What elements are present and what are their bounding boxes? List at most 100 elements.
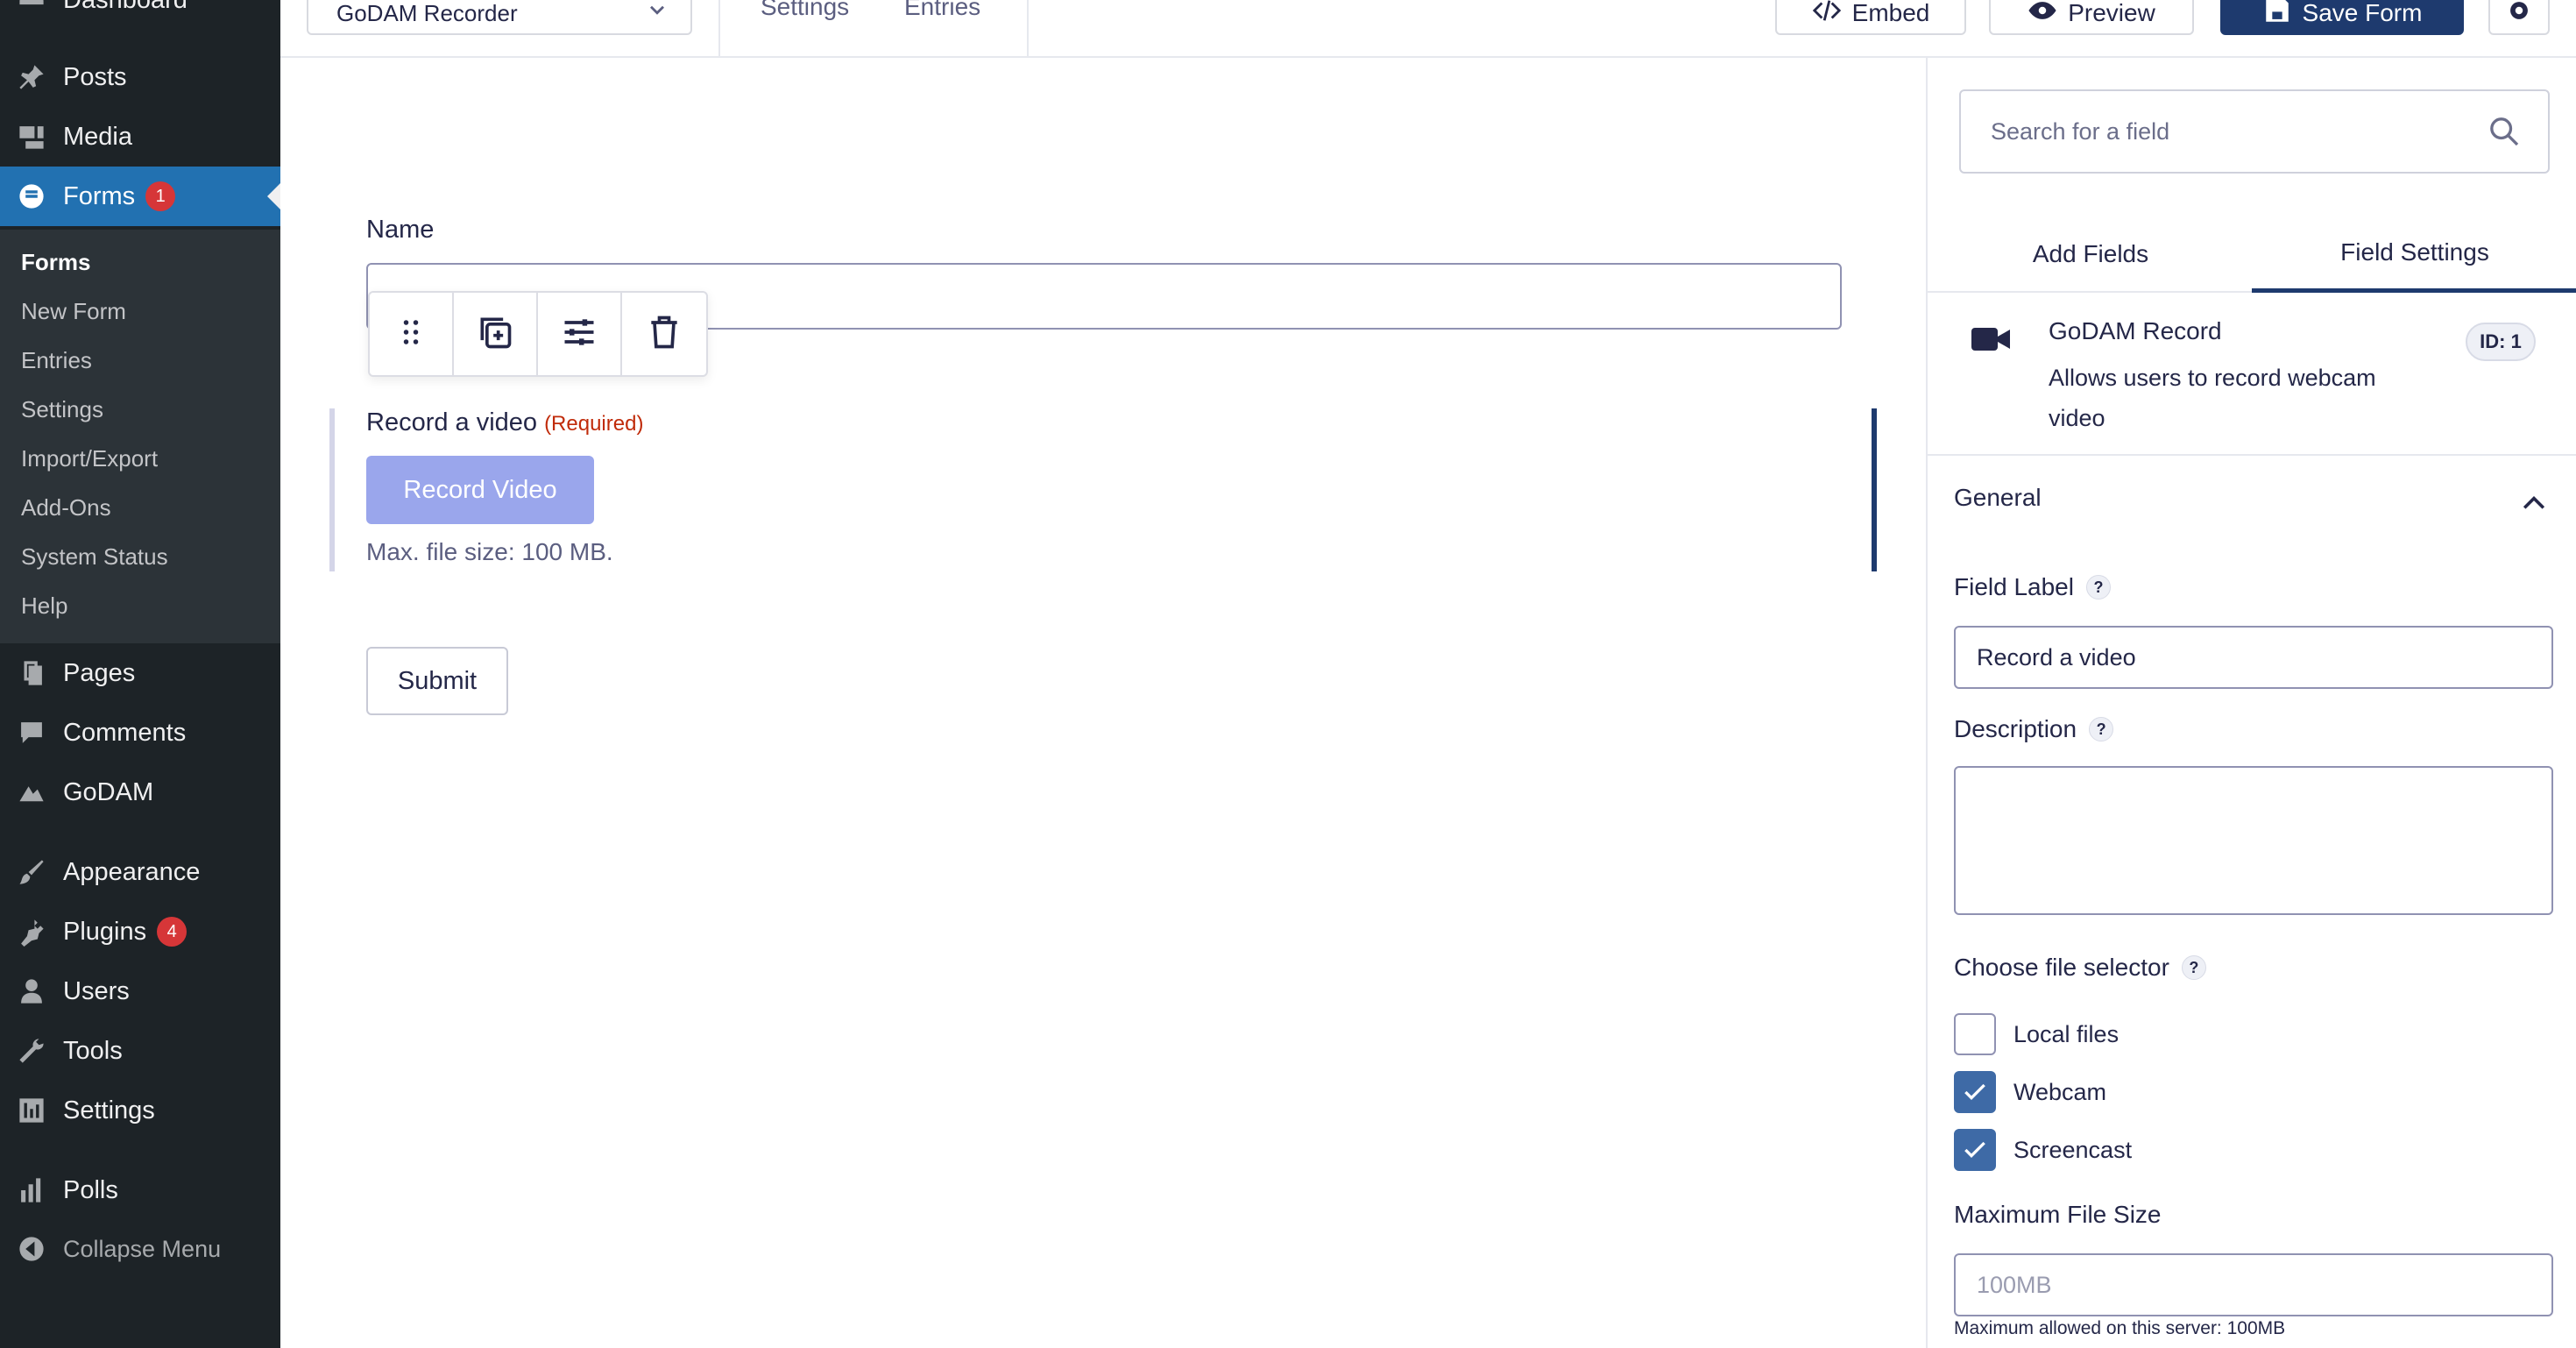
screencast-option[interactable]: Screencast [1954, 1129, 2132, 1171]
webcam-option[interactable]: Webcam [1954, 1071, 2106, 1113]
pages-icon [14, 656, 49, 691]
submit-button[interactable]: Submit [366, 647, 508, 715]
form-switcher-value: GoDAM Recorder [336, 0, 518, 26]
help-icon[interactable]: ? [2181, 955, 2206, 980]
menu-label: Appearance [63, 857, 201, 886]
local-files-checkbox[interactable] [1954, 1013, 1996, 1055]
admin-sidebar: Dashboard Posts Media Forms 1 Forms New … [0, 0, 280, 1348]
menu-item-settings[interactable]: Settings [0, 1081, 280, 1140]
file-selector-title-text: Choose file selector [1954, 954, 2169, 981]
form-editor-canvas: Name Record a video (Required) Record Vid… [280, 58, 1926, 1348]
submenu-item-system-status[interactable]: System Status [21, 543, 168, 571]
dashboard-icon [14, 0, 49, 18]
settings-icon [14, 1093, 49, 1128]
menu-label: Pages [63, 658, 136, 687]
tab-add-fields[interactable]: Add Fields [1928, 216, 2254, 293]
chevron-up-icon[interactable] [2518, 487, 2550, 519]
menu-item-posts[interactable]: Posts [0, 47, 280, 107]
field-label-title-text: Field Label [1954, 573, 2074, 600]
record-video-button[interactable]: Record Video [366, 456, 594, 524]
godam-icon [14, 775, 49, 810]
max-file-size-title: Maximum File Size [1954, 1201, 2162, 1228]
user-icon [14, 974, 49, 1009]
checkmark-icon [1964, 1083, 1985, 1101]
duplicate-field-button[interactable] [454, 293, 538, 375]
duplicate-icon [476, 313, 514, 356]
collapse-icon [14, 1231, 49, 1266]
submenu-item-entries[interactable]: Entries [21, 347, 92, 374]
gear-icon [2504, 0, 2534, 32]
forms-submenu: Forms New Form Entries Settings Import/E… [0, 230, 280, 643]
help-icon[interactable]: ? [2089, 717, 2114, 741]
menu-label: Media [63, 122, 132, 151]
menu-item-polls[interactable]: Polls [0, 1160, 280, 1220]
submenu-item-add-ons[interactable]: Add-Ons [21, 494, 111, 521]
screencast-label: Screencast [2013, 1136, 2133, 1163]
description-textarea[interactable] [1954, 766, 2553, 915]
menu-item-pages[interactable]: Pages [0, 643, 280, 703]
divider [1027, 0, 1029, 58]
submenu-item-forms[interactable]: Forms [21, 249, 90, 276]
webcam-checkbox[interactable] [1954, 1071, 1996, 1113]
max-file-size-note: Max. file size: 100 MB. [366, 538, 613, 565]
help-icon[interactable]: ? [2085, 575, 2111, 600]
record-label-text: Record a video [366, 408, 538, 436]
save-form-label: Save Form [2302, 0, 2423, 26]
name-field-label: Name [366, 216, 435, 244]
menu-item-godam[interactable]: GoDAM [0, 763, 280, 822]
form-settings-button[interactable] [2488, 0, 2550, 35]
menu-item-media[interactable]: Media [0, 107, 280, 167]
menu-label: Posts [63, 62, 127, 91]
menu-item-tools[interactable]: Tools [0, 1021, 280, 1081]
webcam-label: Webcam [2013, 1078, 2107, 1105]
submenu-item-help[interactable]: Help [21, 592, 67, 620]
form-switcher-select[interactable]: GoDAM Recorder [307, 0, 692, 35]
field-type-title: GoDAM Record [2049, 317, 2222, 344]
drag-handle[interactable] [370, 293, 454, 375]
code-icon [1812, 0, 1842, 32]
menu-item-users[interactable]: Users [0, 961, 280, 1021]
menu-item-dashboard[interactable]: Dashboard [0, 0, 280, 30]
max-file-size-hint: Maximum allowed on this server: 100MB [1954, 1318, 2286, 1338]
field-settings-button[interactable] [538, 293, 622, 375]
panel-tabs: Add Fields Field Settings [1928, 216, 2576, 293]
embed-button[interactable]: Embed [1775, 0, 1966, 35]
forms-icon [14, 179, 49, 214]
menu-item-comments[interactable]: Comments [0, 703, 280, 763]
menu-item-appearance[interactable]: Appearance [0, 842, 280, 902]
notification-badge: 1 [145, 181, 176, 211]
menu-label: Forms [63, 181, 136, 210]
field-id-badge: ID: 1 [2466, 323, 2536, 361]
menu-label: Dashboard [63, 0, 188, 15]
submenu-item-new-form[interactable]: New Form [21, 298, 126, 325]
settings-link[interactable]: Settings [761, 0, 849, 21]
screencast-checkbox[interactable] [1954, 1129, 1996, 1171]
field-label-input[interactable]: Record a video [1954, 626, 2553, 689]
eye-icon [2028, 0, 2057, 32]
preview-button[interactable]: Preview [1989, 0, 2194, 35]
local-files-option[interactable]: Local files [1954, 1013, 2119, 1055]
menu-item-plugins[interactable]: Plugins 4 [0, 902, 280, 961]
submenu-item-import-export[interactable]: Import/Export [21, 445, 158, 472]
max-file-size-input[interactable]: 100MB [1954, 1253, 2553, 1316]
tab-field-settings[interactable]: Field Settings [2252, 216, 2576, 293]
menu-label: Settings [63, 1096, 155, 1125]
field-search-input[interactable]: Search for a field [1959, 89, 2550, 174]
description-title-text: Description [1954, 715, 2077, 742]
preview-label: Preview [2068, 0, 2155, 26]
general-section-title[interactable]: General [1954, 484, 2042, 512]
divider [718, 0, 720, 58]
menu-label: Users [63, 976, 130, 1005]
pin-icon [14, 60, 49, 95]
delete-field-button[interactable] [622, 293, 706, 375]
field-type-description: Allows users to record webcam video [2049, 365, 2376, 431]
entries-link[interactable]: Entries [904, 0, 980, 21]
bar-chart-icon [14, 1173, 49, 1208]
menu-label: Polls [63, 1175, 118, 1204]
save-form-button[interactable]: Save Form [2220, 0, 2464, 35]
submenu-item-settings[interactable]: Settings [21, 396, 103, 423]
collapse-menu-button[interactable]: Collapse Menu [0, 1219, 280, 1279]
menu-label: Tools [63, 1036, 123, 1065]
menu-item-forms[interactable]: Forms 1 [0, 167, 280, 226]
search-icon [2490, 117, 2519, 146]
